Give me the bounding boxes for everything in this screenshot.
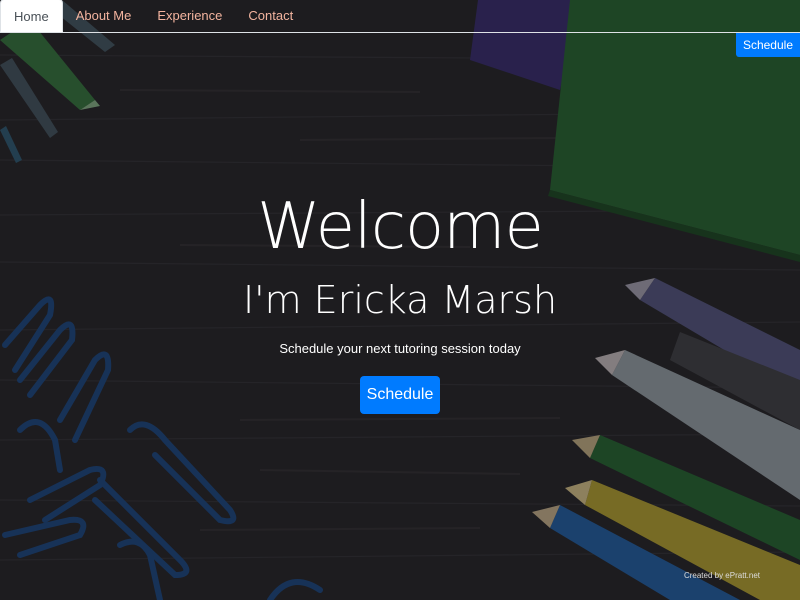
nav-experience[interactable]: Experience [144, 0, 235, 32]
schedule-button[interactable]: Schedule [360, 376, 440, 414]
footer-credit[interactable]: Created by ePratt.net [684, 571, 760, 580]
hero-tagline: Schedule your next tutoring session toda… [279, 341, 521, 356]
nav-contact[interactable]: Contact [235, 0, 306, 32]
hero-title: Welcome [257, 190, 544, 264]
schedule-corner-button[interactable]: Schedule [735, 33, 800, 57]
hero-section: Welcome I'm Ericka Marsh Schedule your n… [0, 0, 800, 600]
nav-about-me[interactable]: About Me [63, 0, 145, 32]
hero-subtitle: I'm Ericka Marsh [242, 278, 558, 322]
top-navigation: Home About Me Experience Contact [0, 0, 800, 33]
nav-home[interactable]: Home [0, 0, 63, 32]
